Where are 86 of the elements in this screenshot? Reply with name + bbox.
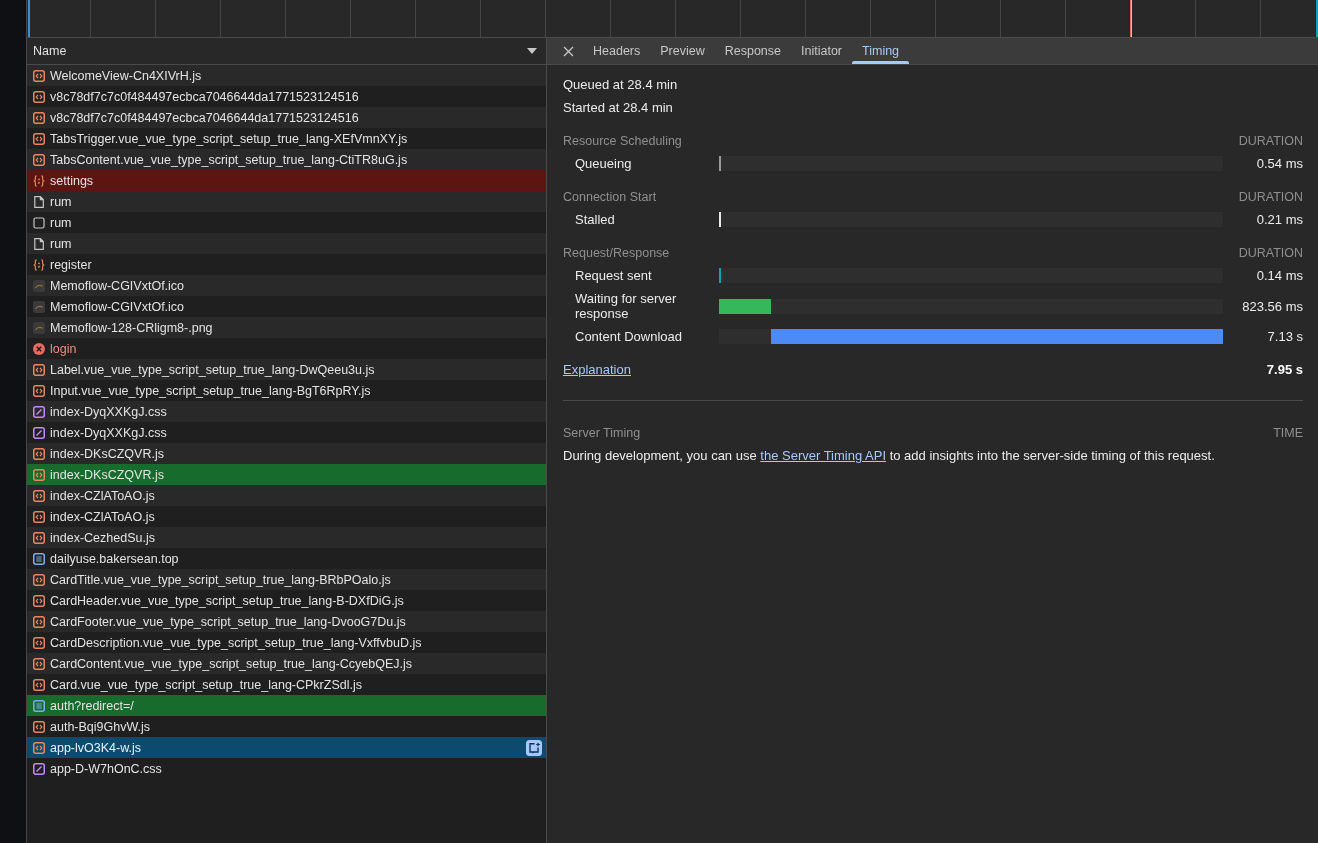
request-row[interactable]: index-DyqXXKgJ.css — [27, 401, 546, 422]
request-row[interactable]: rum — [27, 191, 546, 212]
column-heading: TIME — [1273, 425, 1303, 440]
phase-label: Waiting for server response — [574, 291, 678, 321]
section-title: Server Timing — [563, 425, 641, 440]
image-icon — [33, 321, 45, 334]
square-icon — [33, 216, 45, 229]
close-icon — [562, 45, 574, 57]
code-file-icon — [33, 720, 45, 733]
column-heading: DURATION — [1238, 133, 1303, 148]
braces-icon — [33, 174, 45, 187]
request-row[interactable]: app-lvO3K4-w.js — [27, 737, 546, 758]
code-file-icon — [33, 447, 45, 460]
request-row[interactable]: WelcomeView-Cn4XIVrH.js — [27, 65, 546, 86]
section-title: Request/Response — [563, 245, 670, 260]
code-file-icon — [33, 636, 45, 649]
code-file-icon — [33, 69, 45, 82]
explanation-link[interactable]: Explanation — [563, 361, 631, 377]
chat-sparkle-icon[interactable] — [526, 739, 542, 756]
column-header[interactable]: Name — [27, 38, 546, 65]
tab[interactable]: Initiator — [791, 38, 852, 64]
code-file-icon — [33, 90, 45, 103]
request-row[interactable]: CardTitle.vue_vue_type_script_setup_true_lang-BRbPOalo.js — [27, 569, 546, 590]
phase-label: Stalled — [574, 212, 616, 227]
request-row[interactable]: CardContent.vue_vue_type_script_setup_true_lang-CcyebQEJ.js — [27, 653, 546, 674]
image-icon — [33, 279, 45, 292]
down-triangle-icon[interactable] — [527, 48, 537, 54]
tab[interactable]: Preview — [650, 38, 715, 64]
code-file-icon — [33, 153, 45, 166]
file-icon — [33, 237, 45, 250]
request-row[interactable]: index-DKsCZQVR.js — [27, 464, 546, 485]
section-title: Resource Scheduling — [563, 133, 682, 148]
document-icon — [33, 699, 45, 712]
request-row[interactable]: v8c78df7c7c0f484497ecbca7046644da1771523124516 — [27, 107, 546, 128]
code-file-icon — [33, 741, 45, 754]
column-heading: DURATION — [1238, 245, 1303, 260]
phase-label: Queueing — [574, 156, 633, 171]
server-timing-api-link[interactable]: the Server Timing API — [760, 448, 887, 463]
phase-duration: 0.14 ms — [1256, 268, 1303, 283]
stylesheet-icon — [33, 405, 45, 418]
request-row[interactable]: Label.vue_vue_type_script_setup_true_lang-DwQeeu3u.js — [27, 359, 546, 380]
queued-time: Queued at 28.4 min — [563, 76, 679, 94]
request-row[interactable]: Memoflow-128-CRligm8-.png — [27, 317, 546, 338]
request-row[interactable]: Memoflow-CGIVxtOf.ico — [27, 275, 546, 296]
phase-label: Request sent — [574, 268, 653, 283]
code-file-icon — [33, 384, 45, 397]
image-icon — [33, 300, 45, 313]
phase-duration: 0.54 ms — [1256, 156, 1303, 171]
request-row[interactable]: CardFooter.vue_vue_type_script_setup_true_lang-DvooG7Du.js — [27, 611, 546, 632]
request-row[interactable]: rum — [27, 233, 546, 254]
request-row[interactable]: TabsContent.vue_vue_type_script_setup_true_lang-CtiTR8uG.js — [27, 149, 546, 170]
code-file-icon — [33, 363, 45, 376]
phase-duration: 823.56 ms — [1242, 298, 1303, 314]
code-file-icon — [33, 111, 45, 124]
request-row[interactable]: index-DKsCZQVR.js — [27, 443, 546, 464]
code-file-icon — [33, 468, 45, 481]
tab[interactable]: Timing — [852, 38, 910, 64]
code-file-icon — [33, 531, 45, 544]
phase-duration: 7.13 s — [1267, 329, 1303, 344]
section-title: Connection Start — [563, 189, 657, 204]
tab[interactable]: Headers — [583, 38, 651, 64]
column-heading: DURATION — [1238, 189, 1303, 204]
code-file-icon — [33, 489, 45, 502]
file-icon — [33, 195, 45, 208]
total-duration: 7.95 s — [1266, 361, 1303, 377]
code-file-icon — [33, 678, 45, 691]
server-timing-note: During development, you can use the Server Timing API to add insights into the server-side timing of this request. — [563, 447, 1216, 465]
code-file-icon — [33, 510, 45, 523]
document-icon — [33, 552, 45, 565]
code-file-icon — [33, 132, 45, 145]
request-row[interactable]: index-CZlAToAO.js — [27, 485, 546, 506]
code-file-icon — [33, 615, 45, 628]
error-icon — [33, 342, 45, 355]
tab[interactable]: Response — [714, 38, 791, 64]
started-time: Started at 28.4 min — [563, 99, 674, 117]
braces-icon — [33, 258, 45, 271]
request-row[interactable]: auth?redirect=/ — [27, 695, 546, 716]
stylesheet-icon — [33, 426, 45, 439]
stylesheet-icon — [33, 762, 45, 775]
phase-duration: 0.21 ms — [1256, 212, 1303, 227]
code-file-icon — [33, 573, 45, 586]
request-row[interactable]: settings — [27, 170, 546, 191]
phase-label: Content Download — [574, 329, 683, 344]
request-row[interactable]: index-CezhedSu.js — [27, 527, 546, 548]
code-file-icon — [33, 657, 45, 670]
code-file-icon — [33, 594, 45, 607]
